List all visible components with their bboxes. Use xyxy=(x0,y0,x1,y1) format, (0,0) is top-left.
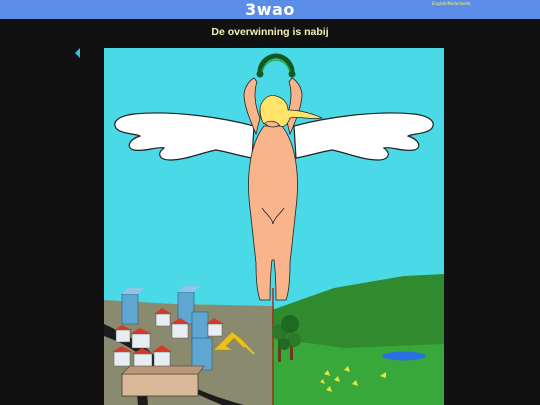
back-arrow-icon[interactable] xyxy=(74,47,82,59)
victory-angel-illustration xyxy=(104,48,444,405)
pond xyxy=(382,351,426,361)
page-title: De overwinning is nabij xyxy=(211,26,329,38)
top-bar: 3wao English/Nederlands xyxy=(0,0,540,19)
site-title[interactable]: 3wao xyxy=(245,0,295,19)
artwork-image xyxy=(104,48,444,405)
meadow xyxy=(272,338,444,405)
language-switch-link[interactable]: English/Nederlands xyxy=(432,1,471,6)
